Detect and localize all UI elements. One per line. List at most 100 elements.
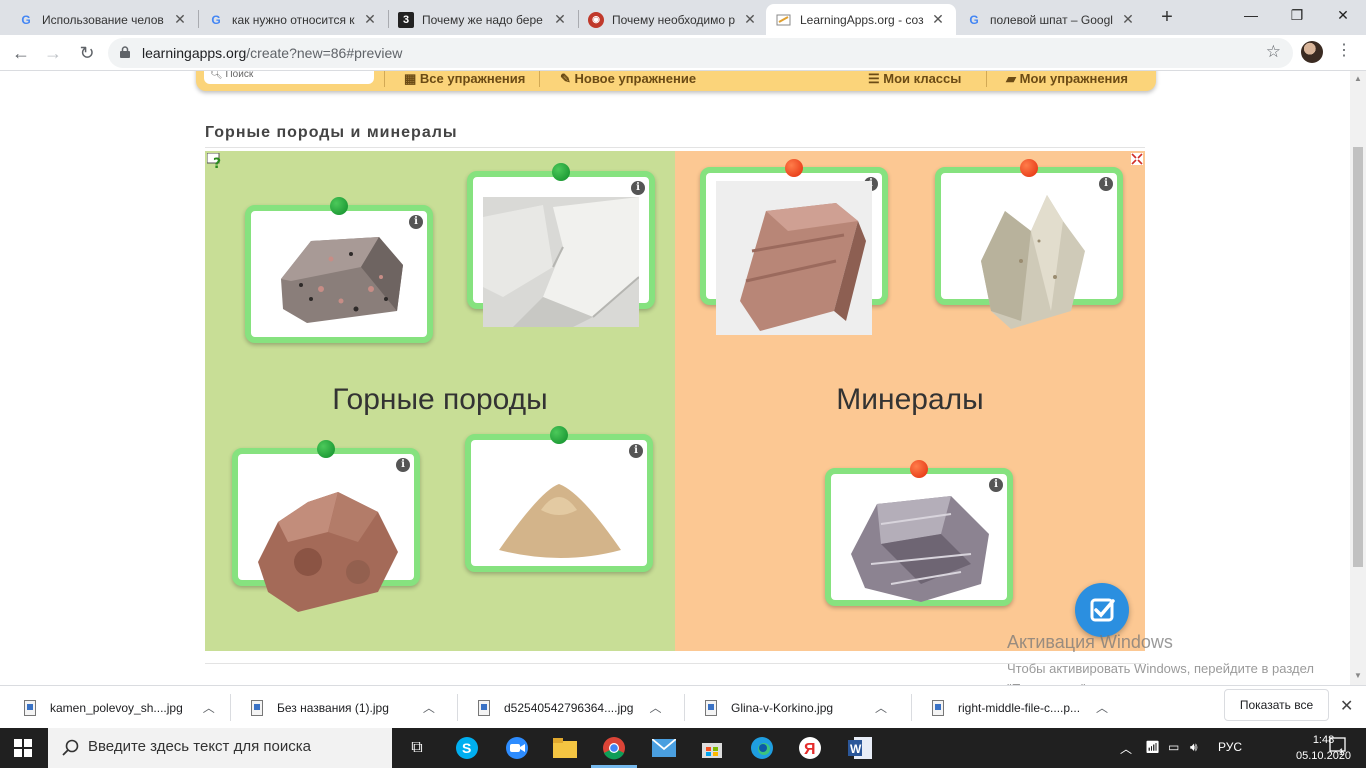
- feldspar-card[interactable]: i: [700, 159, 888, 335]
- check-answers-button[interactable]: [1075, 583, 1129, 637]
- all-exercises-link[interactable]: ▦ Все упражнения: [404, 71, 525, 87]
- google-icon: G: [969, 12, 979, 27]
- help-icon[interactable]: ?: [207, 153, 223, 169]
- network-icon[interactable]: 📶︎: [1145, 740, 1160, 754]
- mail-icon[interactable]: [650, 734, 678, 762]
- info-icon[interactable]: i: [631, 181, 645, 195]
- list-icon: ☰: [868, 71, 880, 86]
- close-tab-icon[interactable]: ✕: [552, 11, 568, 28]
- clay-card[interactable]: i: [232, 440, 420, 612]
- chevron-up-icon[interactable]: ︿: [875, 699, 887, 716]
- new-tab-button[interactable]: +: [1153, 4, 1181, 32]
- download-item[interactable]: kamen_polevoy_sh....jpg ︿: [24, 686, 215, 729]
- chevron-up-icon[interactable]: ︿: [423, 699, 435, 716]
- info-icon[interactable]: i: [629, 444, 643, 458]
- browser-tab-active[interactable]: LearningApps.org - соз ✕: [766, 4, 956, 35]
- image-file-icon: [24, 699, 36, 716]
- browser-tab-1[interactable]: G Использование челов ✕: [8, 4, 198, 35]
- my-exercises-link[interactable]: ▰ Мои упражнения: [1006, 71, 1128, 87]
- close-window-button[interactable]: ✕: [1320, 0, 1366, 35]
- chevron-up-icon[interactable]: ︿: [1096, 699, 1108, 716]
- search-icon: 🔍︎: [210, 71, 223, 80]
- close-tab-icon[interactable]: ✕: [930, 11, 946, 28]
- download-filename: right-middle-file-c....p...: [958, 700, 1081, 715]
- show-all-downloads-button[interactable]: Показать все: [1224, 689, 1329, 721]
- bookmark-star-icon[interactable]: ☆: [1266, 42, 1281, 62]
- green-pin: [317, 440, 335, 458]
- battery-icon[interactable]: ▭: [1168, 740, 1179, 754]
- download-item[interactable]: Без названия (1).jpg ︿: [251, 686, 435, 729]
- chalk-card[interactable]: i: [467, 163, 655, 327]
- scroll-up-icon[interactable]: ▲: [1354, 74, 1362, 83]
- chevron-up-icon[interactable]: ︿: [203, 699, 215, 716]
- fullscreen-icon[interactable]: [1131, 153, 1143, 165]
- browser-tab-2[interactable]: G как нужно относится к ✕: [198, 4, 388, 35]
- divider: [684, 694, 685, 721]
- browser-tab-4[interactable]: ◉ Почему необходимо р ✕: [578, 4, 768, 35]
- task-view-icon[interactable]: ⧉: [403, 734, 431, 762]
- new-exercise-label: Новое упражнение: [574, 71, 697, 86]
- page-scrollbar[interactable]: ▲ ▼: [1350, 71, 1366, 685]
- store-icon[interactable]: [698, 734, 726, 762]
- word-icon[interactable]: W: [846, 734, 874, 762]
- site-search-input[interactable]: 🔍︎ Поиск: [204, 71, 374, 84]
- close-shelf-icon[interactable]: ✕: [1340, 696, 1353, 716]
- browser-menu-icon[interactable]: ⋮: [1336, 40, 1352, 60]
- address-bar[interactable]: learningapps.org/create?new=86#preview ☆: [108, 38, 1293, 68]
- browser-tab-3[interactable]: 3 Почему же надо бере ✕: [388, 4, 578, 35]
- grid-icon: ▦: [404, 71, 417, 86]
- language-indicator[interactable]: РУС: [1218, 740, 1242, 754]
- svg-text:?: ?: [213, 156, 221, 169]
- notifications-icon[interactable]: 1: [1328, 736, 1348, 759]
- quartz-image: [981, 195, 1085, 329]
- learningapps-icon: [776, 12, 792, 28]
- download-filename: Glina-v-Korkino.jpg: [731, 700, 834, 715]
- new-exercise-link[interactable]: ✎ Новое упражнение: [560, 71, 696, 87]
- chevron-up-icon[interactable]: ︿: [649, 699, 661, 716]
- back-button[interactable]: ←: [8, 40, 34, 66]
- windows-start-icon[interactable]: [14, 739, 32, 757]
- minimize-button[interactable]: —: [1228, 0, 1274, 35]
- red-pin: [1020, 159, 1038, 177]
- close-tab-icon[interactable]: ✕: [742, 11, 758, 28]
- divider: [205, 663, 1145, 664]
- download-filename: kamen_polevoy_sh....jpg: [50, 700, 183, 715]
- restore-button[interactable]: ❐: [1274, 0, 1320, 35]
- close-tab-icon[interactable]: ✕: [172, 11, 188, 28]
- chrome-icon[interactable]: [600, 734, 628, 762]
- file-explorer-icon[interactable]: [551, 734, 579, 762]
- url-host: learningapps.org: [142, 45, 247, 61]
- page-content: 🔍︎ Поиск ▦ Все упражнения ✎ Новое упражн…: [0, 71, 1350, 685]
- reload-button[interactable]: ↻: [74, 40, 100, 66]
- scroll-down-icon[interactable]: ▼: [1354, 671, 1362, 680]
- my-classes-link[interactable]: ☰ Мои классы: [868, 71, 961, 87]
- skype-icon[interactable]: S: [453, 734, 481, 762]
- mica-card[interactable]: i: [825, 460, 1013, 606]
- tab-strip: G Использование челов ✕ G как нужно отно…: [0, 0, 1366, 35]
- lock-icon: [120, 46, 130, 58]
- edge-icon[interactable]: [748, 734, 776, 762]
- divider: [457, 694, 458, 721]
- app-title: Горные породы и минералы: [205, 124, 458, 141]
- download-item[interactable]: d52540542796364....jpg ︿: [478, 686, 661, 729]
- yandex-browser-icon[interactable]: Я: [796, 734, 824, 762]
- download-item[interactable]: Glina-v-Korkino.jpg ︿: [705, 686, 887, 729]
- download-item[interactable]: right-middle-file-c....p... ︿: [932, 686, 1108, 729]
- close-tab-icon[interactable]: ✕: [362, 11, 378, 28]
- quartz-card[interactable]: i: [935, 159, 1123, 329]
- zoom-icon[interactable]: [503, 734, 531, 762]
- sand-card[interactable]: i: [465, 426, 653, 572]
- volume-icon[interactable]: 🔊︎: [1190, 740, 1198, 755]
- notification-count: 1: [1339, 747, 1344, 756]
- granite-card[interactable]: i: [245, 197, 433, 343]
- taskbar-search-box[interactable]: Введите здесь текст для поиска: [48, 728, 392, 768]
- windows-taskbar: Введите здесь текст для поиска ⧉ S Я W ︿…: [0, 728, 1366, 768]
- learningapps-navbar: 🔍︎ Поиск ▦ Все упражнения ✎ Новое упражн…: [196, 71, 1156, 91]
- forward-button[interactable]: →: [40, 40, 66, 66]
- chevron-up-icon[interactable]: ︿: [1120, 740, 1132, 757]
- scrollbar-thumb[interactable]: [1353, 147, 1363, 567]
- red-pin: [910, 460, 928, 478]
- close-tab-icon[interactable]: ✕: [1120, 11, 1136, 28]
- profile-avatar[interactable]: [1301, 41, 1323, 63]
- browser-tab-6[interactable]: G полевой шпат – Googl ✕: [956, 4, 1146, 35]
